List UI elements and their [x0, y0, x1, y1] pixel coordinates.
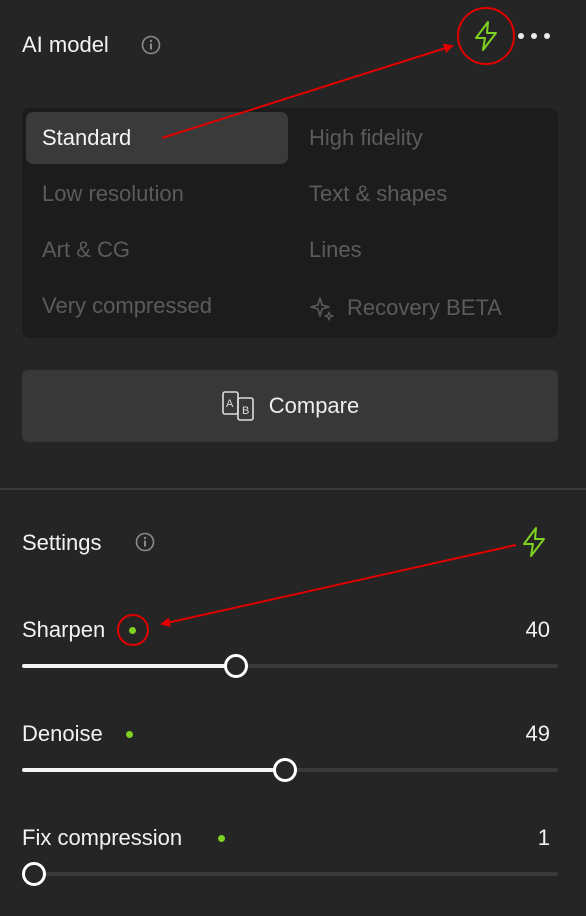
- denoise-slider[interactable]: [22, 758, 558, 782]
- modified-indicator-dot: [218, 835, 225, 842]
- model-option-standard[interactable]: Standard: [26, 112, 288, 164]
- lightning-bolt-icon[interactable]: [468, 18, 504, 54]
- ai-model-title: AI model: [22, 32, 109, 57]
- more-options-icon[interactable]: [518, 33, 550, 39]
- model-option-lines[interactable]: Lines: [293, 224, 555, 276]
- fix-compression-slider-thumb[interactable]: [22, 862, 46, 886]
- modified-indicator-dot: [129, 627, 136, 634]
- sparkle-icon: [310, 297, 334, 321]
- model-option-label: Low resolution: [42, 181, 184, 206]
- model-option-low-resolution[interactable]: Low resolution: [26, 168, 288, 220]
- model-selector: Standard High fidelity Low resolution Te…: [22, 108, 558, 338]
- lightning-bolt-icon[interactable]: [516, 524, 552, 560]
- model-option-label: Text & shapes: [309, 181, 448, 206]
- modified-indicator-dot: [126, 731, 133, 738]
- model-option-recovery-beta[interactable]: Recovery BETA: [293, 282, 555, 334]
- model-option-label: Lines: [309, 237, 362, 262]
- model-option-label: Very compressed: [42, 293, 212, 318]
- fix-compression-slider[interactable]: [22, 862, 558, 886]
- fix-compression-value: 1: [537, 825, 550, 850]
- model-option-very-compressed[interactable]: Very compressed: [26, 280, 288, 332]
- model-option-label: High fidelity: [309, 125, 423, 150]
- denoise-slider-thumb[interactable]: [272, 758, 297, 782]
- model-option-text-shapes[interactable]: Text & shapes: [293, 168, 555, 220]
- sharpen-slider[interactable]: [22, 654, 558, 678]
- compare-button[interactable]: A B Compare: [22, 370, 558, 442]
- model-option-art-cg[interactable]: Art & CG: [26, 224, 288, 276]
- sharpen-label: Sharpen: [22, 617, 106, 642]
- svg-text:B: B: [242, 405, 249, 417]
- model-option-high-fidelity[interactable]: High fidelity: [293, 112, 555, 164]
- model-option-label: Recovery BETA: [347, 295, 502, 320]
- sharpen-slider-thumb[interactable]: [224, 654, 249, 678]
- compare-button-label: Compare: [268, 393, 360, 418]
- denoise-value: 49: [525, 721, 550, 746]
- model-option-label: Standard: [42, 125, 132, 150]
- denoise-label: Denoise: [22, 721, 103, 746]
- annotation-arrow: [160, 544, 517, 628]
- section-divider: [0, 488, 586, 490]
- settings-title: Settings: [22, 530, 102, 555]
- model-option-label: Art & CG: [42, 237, 131, 262]
- info-icon[interactable]: [141, 35, 161, 55]
- svg-text:A: A: [226, 398, 234, 410]
- fix-compression-label: Fix compression: [22, 825, 183, 850]
- sharpen-value: 40: [525, 617, 550, 642]
- denoise-slider-fill: [22, 768, 285, 772]
- ab-compare-icon: A B: [221, 391, 254, 421]
- sharpen-slider-fill: [22, 664, 237, 668]
- info-icon[interactable]: [135, 532, 155, 552]
